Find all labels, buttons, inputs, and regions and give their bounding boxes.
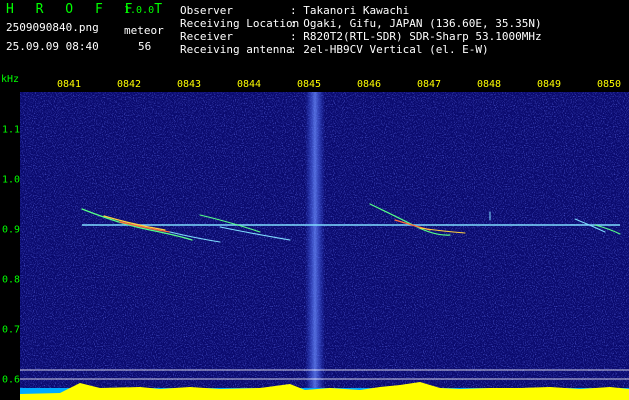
file-name: 2509090840.png bbox=[6, 21, 99, 34]
hroffft-screen: H R O F F T 1.0.0 2509090840.png meteor … bbox=[0, 0, 629, 400]
freq-tick: 0.6 bbox=[2, 374, 21, 386]
datetime: 25.09.09 08:40 bbox=[6, 40, 99, 53]
freq-tick: 0.9 bbox=[2, 224, 21, 236]
freq-tick: 1.1 bbox=[2, 124, 21, 136]
time-tick: 0845 bbox=[296, 79, 322, 90]
time-tick: 0843 bbox=[176, 79, 202, 90]
freq-tick: 0.8 bbox=[2, 274, 21, 286]
time-tick: 0841 bbox=[56, 79, 82, 90]
time-tick: 0842 bbox=[116, 79, 142, 90]
time-tick: 0844 bbox=[236, 79, 262, 90]
station-info-labels: Observer Receiving Location Receiver Rec… bbox=[180, 4, 300, 56]
time-tick: 0848 bbox=[476, 79, 502, 90]
station-info-values: : Takanori Kawachi : Ogaki, Gifu, JAPAN … bbox=[290, 4, 542, 56]
meteor-count: 56 bbox=[138, 40, 152, 53]
app-version: 1.0.0 bbox=[124, 5, 155, 16]
meteor-label: meteor bbox=[124, 24, 164, 37]
time-tick: 0846 bbox=[356, 79, 382, 90]
interference-stripe bbox=[305, 92, 325, 400]
spectrogram-plot bbox=[20, 92, 629, 400]
freq-tick: 0.7 bbox=[2, 324, 21, 336]
time-tick: 0847 bbox=[416, 79, 442, 90]
time-tick: 0850 bbox=[596, 79, 622, 90]
frequency-unit-label: kHz bbox=[1, 74, 20, 85]
time-tick: 0849 bbox=[536, 79, 562, 90]
spectrogram-canvas bbox=[20, 92, 629, 400]
freq-tick: 1.0 bbox=[2, 174, 21, 186]
